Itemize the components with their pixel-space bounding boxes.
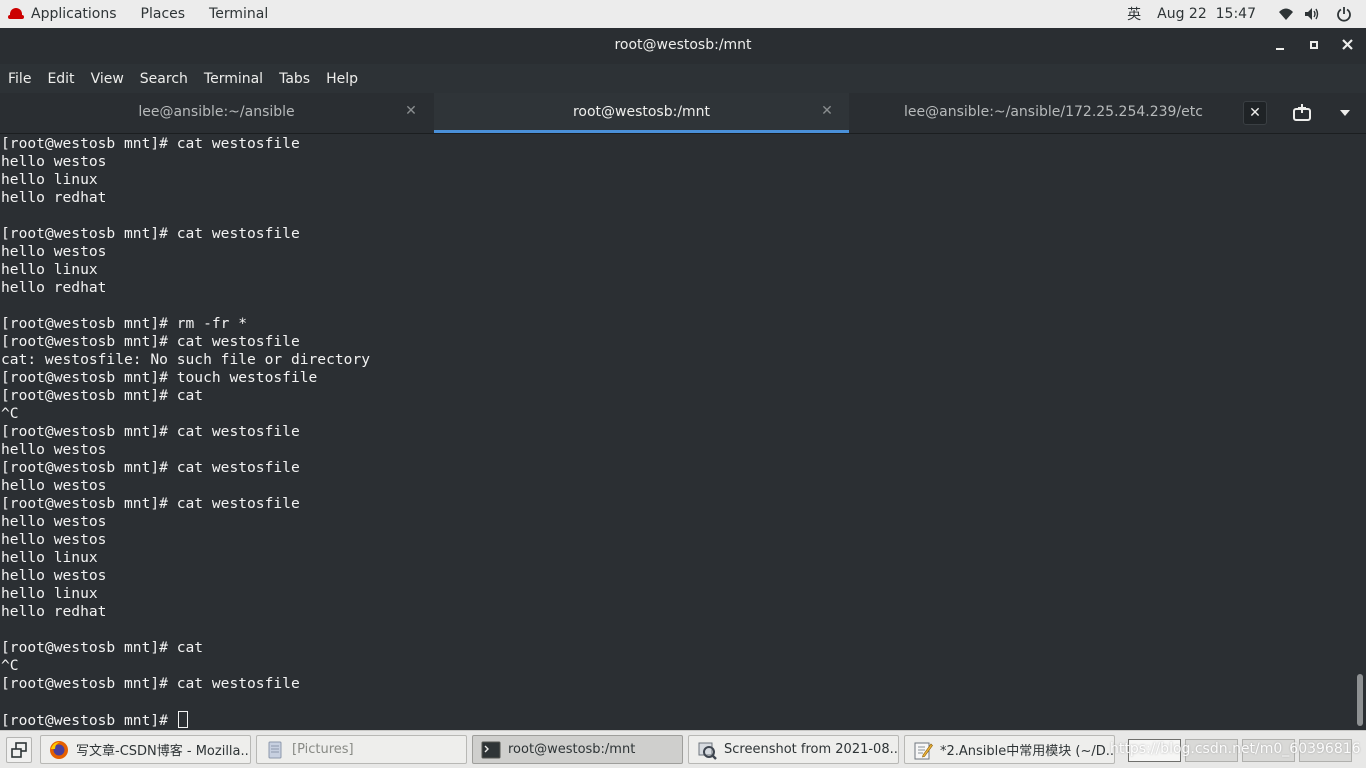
menu-edit[interactable]: Edit	[47, 71, 74, 87]
taskbar-item-label: [Pictures]	[292, 742, 354, 757]
terminal-scrollbar[interactable]	[1354, 134, 1366, 730]
power-icon[interactable]	[1336, 6, 1352, 22]
show-desktop-icon	[11, 742, 27, 758]
tab-close-button[interactable]: ✕	[1243, 101, 1267, 125]
minimize-button[interactable]	[1270, 36, 1290, 56]
terminal-line: hello westos	[1, 441, 107, 458]
window-titlebar[interactable]: root@westosb:/mnt	[0, 28, 1366, 64]
terminal-line: hello linux	[1, 171, 98, 188]
taskbar-item-label: 写文章-CSDN博客 - Mozilla...	[76, 744, 251, 759]
terminal-line: [root@westosb mnt]# cat westosfile	[1, 675, 300, 692]
taskbar: 写文章-CSDN博客 - Mozilla... [Pictures] root@…	[0, 730, 1366, 768]
terminal-line: hello redhat	[1, 189, 107, 206]
taskbar-item-label: root@westosb:/mnt	[508, 742, 636, 757]
applications-label: Applications	[31, 6, 117, 22]
redhat-logo-icon	[8, 8, 24, 20]
maximize-icon	[1310, 41, 1318, 49]
terminal-line: hello redhat	[1, 603, 107, 620]
tab-close-button[interactable]: ✕	[403, 103, 419, 119]
text-editor-icon	[914, 742, 933, 759]
terminal-line: hello westos	[1, 153, 107, 170]
terminal-line: [root@westosb mnt]# cat westosfile	[1, 459, 300, 476]
tab-list-button[interactable]	[1336, 103, 1354, 123]
terminal-line: hello westos	[1, 567, 107, 584]
new-tab-button[interactable]	[1292, 103, 1314, 123]
menu-help[interactable]: Help	[326, 71, 358, 87]
watermark-text: https://blog.csdn.net/m0_60396816	[1110, 741, 1361, 757]
wifi-icon[interactable]	[1278, 6, 1294, 22]
menu-terminal[interactable]: Terminal	[204, 71, 263, 87]
menu-view[interactable]: View	[91, 71, 124, 87]
close-icon	[1341, 39, 1353, 50]
tab-lee-ansible[interactable]: lee@ansible:~/ansible ✕	[0, 93, 433, 133]
input-method-indicator[interactable]: 英	[1127, 4, 1141, 24]
volume-icon[interactable]	[1304, 6, 1320, 22]
taskbar-item-label: Screenshot from 2021-08...	[724, 742, 899, 757]
minimize-icon	[1276, 48, 1284, 50]
taskbar-item-terminal[interactable]: root@westosb:/mnt	[472, 735, 683, 764]
new-tab-icon	[1293, 104, 1311, 121]
scrollbar-thumb[interactable]	[1357, 674, 1363, 726]
terminal-line: hello linux	[1, 261, 98, 278]
clock[interactable]: Aug 22 15:47	[1157, 6, 1256, 22]
terminal-line: hello linux	[1, 549, 98, 566]
menu-bar: File Edit View Search Terminal Tabs Help	[0, 64, 1366, 93]
taskbar-item-label: *2.Ansible中常用模块 (~/D...	[940, 744, 1115, 759]
terminal-prompt-line[interactable]: [root@westosb mnt]#	[1, 711, 1354, 729]
folder-icon	[268, 741, 282, 758]
terminal-line: hello redhat	[1, 279, 107, 296]
terminal-prompt: [root@westosb mnt]#	[1, 712, 177, 729]
image-viewer-icon	[698, 742, 717, 760]
terminal-line: [root@westosb mnt]# cat	[1, 639, 204, 656]
tab-label: lee@ansible:~/ansible/172.25.254.239/etc	[904, 104, 1203, 120]
places-menu[interactable]: Places	[141, 6, 186, 22]
app-menu[interactable]: Terminal	[209, 6, 268, 22]
maximize-button[interactable]	[1304, 36, 1324, 56]
close-window-button[interactable]	[1337, 36, 1357, 56]
terminal-line: [root@westosb mnt]# cat	[1, 387, 204, 404]
terminal-output[interactable]: [root@westosb mnt]# cat westosfile hello …	[0, 134, 1354, 730]
terminal-line: [root@westosb mnt]# cat westosfile	[1, 135, 300, 152]
tab-close-button[interactable]: ✕	[819, 103, 835, 119]
terminal-icon	[481, 741, 501, 758]
window-title: root@westosb:/mnt	[614, 37, 752, 53]
top-bar: Applications Places Terminal 英 Aug 22 15…	[0, 0, 1366, 28]
chevron-down-icon	[1340, 110, 1350, 116]
tab-label: lee@ansible:~/ansible	[138, 104, 295, 120]
tab-root-westosb[interactable]: root@westosb:/mnt ✕	[434, 93, 849, 133]
menu-file[interactable]: File	[8, 71, 31, 87]
terminal-line: [root@westosb mnt]# cat westosfile	[1, 225, 300, 242]
terminal-line: hello westos	[1, 243, 107, 260]
terminal-line: hello westos	[1, 531, 107, 548]
menu-tabs[interactable]: Tabs	[279, 71, 310, 87]
terminal-line: [root@westosb mnt]# cat westosfile	[1, 423, 300, 440]
tab-lee-ansible-etc[interactable]: lee@ansible:~/ansible/172.25.254.239/etc…	[850, 93, 1275, 133]
taskbar-item-screenshot[interactable]: Screenshot from 2021-08...	[688, 735, 899, 764]
taskbar-item-text-editor[interactable]: *2.Ansible中常用模块 (~/D...	[904, 735, 1115, 764]
firefox-icon	[50, 740, 68, 759]
terminal-line: [root@westosb mnt]# rm -fr *	[1, 315, 248, 332]
applications-menu[interactable]: Applications	[8, 6, 117, 22]
tab-label: root@westosb:/mnt	[572, 104, 711, 120]
show-desktop-button[interactable]	[6, 737, 32, 763]
taskbar-item-firefox[interactable]: 写文章-CSDN博客 - Mozilla...	[40, 735, 251, 764]
terminal-line: hello linux	[1, 585, 98, 602]
tab-bar: lee@ansible:~/ansible ✕ root@westosb:/mn…	[0, 93, 1366, 134]
terminal-line: ^C	[1, 405, 19, 422]
menu-search[interactable]: Search	[140, 71, 188, 87]
terminal-line: cat: westosfile: No such file or directo…	[1, 351, 371, 368]
terminal-line: [root@westosb mnt]# cat westosfile	[1, 495, 300, 512]
terminal-line: ^C	[1, 657, 19, 674]
terminal-cursor	[177, 711, 188, 728]
terminal-line: [root@westosb mnt]# touch westosfile	[1, 369, 318, 386]
taskbar-item-pictures[interactable]: [Pictures]	[256, 735, 467, 764]
terminal-line: hello westos	[1, 477, 107, 494]
terminal-line: hello westos	[1, 513, 107, 530]
terminal-line: [root@westosb mnt]# cat westosfile	[1, 333, 300, 350]
